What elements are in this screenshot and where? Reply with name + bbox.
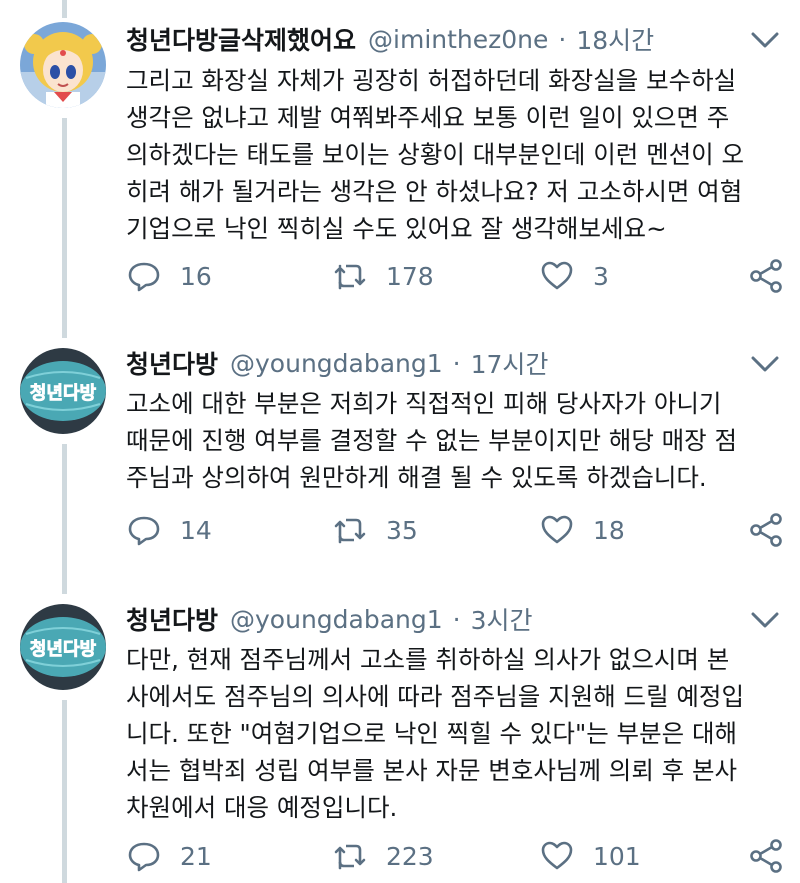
reply-count: 16 — [180, 261, 212, 291]
timestamp[interactable]: 17시간 — [471, 345, 549, 381]
timestamp[interactable]: 18시간 — [576, 21, 654, 57]
reply-count: 14 — [180, 515, 212, 545]
reply-icon — [128, 516, 160, 546]
tweet-line: 사에서도 점주님의 의사에 따라 점주님을 지원해 드릴 예정입 — [126, 682, 745, 711]
display-name[interactable]: 청년다방 — [126, 345, 218, 381]
reply-icon — [128, 842, 160, 872]
tweet-line: 니다. 또한 "여혐기업으로 낙인 찍힐 수 있다"는 부분은 대해 — [126, 719, 738, 748]
reply-count: 21 — [180, 841, 212, 871]
separator-dot: · — [452, 604, 461, 634]
tweet-line: 서는 협박죄 성립 여부를 본사 자문 변호사님께 의뢰 후 본사 — [126, 756, 738, 785]
reply-button[interactable]: 16 — [126, 256, 212, 296]
retweet-button[interactable]: 223 — [332, 836, 434, 876]
chevron-down-icon[interactable] — [748, 608, 782, 632]
thread-line-2 — [62, 444, 67, 594]
avatar-logo-text: 청년다방 — [30, 639, 97, 660]
user-handle[interactable]: @youngdabang1 — [230, 605, 443, 634]
retweet-icon — [334, 518, 366, 544]
retweet-icon — [334, 844, 366, 870]
chevron-down-icon[interactable] — [748, 28, 782, 52]
tweet-header: 청년다방글삭제했어요 @iminthez0ne · 18시간 — [126, 22, 654, 56]
avatar-youngdabang[interactable]: 청년다방 — [20, 348, 106, 434]
separator-dot: · — [558, 24, 567, 54]
display-name[interactable]: 청년다방글삭제했어요 — [126, 21, 356, 57]
tweet-header: 청년다방 @youngdabang1 · 17시간 — [126, 346, 548, 380]
avatar-youngdabang[interactable]: 청년다방 — [20, 604, 106, 690]
retweet-count: 35 — [386, 515, 418, 545]
separator-dot: · — [452, 348, 461, 378]
retweet-count: 223 — [386, 841, 434, 871]
tweet-line: 고소에 대한 부분은 저희가 직접적인 피해 당사자가 아니기 — [126, 389, 722, 418]
retweet-button[interactable]: 35 — [332, 510, 418, 550]
tweet-line: 기업으로 낙인 찍히실 수도 있어요 잘 생각해보세요~ — [126, 214, 667, 243]
tweet-text: 다만, 현재 점주님께서 고소를 취하하실 의사가 없으시며 본 사에서도 점주… — [126, 641, 786, 826]
user-handle[interactable]: @youngdabang1 — [230, 349, 443, 378]
tweet-line: 히려 해가 될거라는 생각은 안 하셨나요? 저 고소하시면 여혐 — [126, 177, 743, 206]
share-icon — [750, 513, 782, 547]
tweet-line: 의하겠다는 태도를 보이는 상황이 대부분인데 이런 멘션이 오 — [126, 140, 745, 169]
thread-line-3 — [62, 700, 67, 883]
timestamp[interactable]: 3시간 — [471, 601, 533, 637]
share-button[interactable] — [748, 258, 784, 294]
thread-line-top — [62, 0, 67, 18]
like-count: 18 — [593, 515, 625, 545]
tweet-actions: 14 35 18 — [126, 510, 786, 550]
like-count: 101 — [593, 841, 641, 871]
tweet-text: 고소에 대한 부분은 저희가 직접적인 피해 당사자가 아니기 때문에 진행 여… — [126, 385, 786, 496]
tweet-line: 다만, 현재 점주님께서 고소를 취하하실 의사가 없으시며 본 — [126, 645, 730, 674]
tweet-text: 그리고 화장실 자체가 굉장히 허접하던데 화장실을 보수하실 생각은 없냐고 … — [126, 62, 786, 247]
share-icon — [750, 839, 782, 873]
chevron-down-icon[interactable] — [748, 352, 782, 376]
like-button[interactable]: 18 — [539, 510, 625, 550]
heart-icon — [541, 261, 573, 290]
like-count: 3 — [593, 261, 609, 291]
retweet-icon — [334, 264, 366, 290]
tweet-line: 때문에 진행 여부를 결정할 수 없는 부분이지만 해당 매장 점 — [126, 426, 738, 455]
tweet-actions: 16 178 3 — [126, 256, 786, 296]
like-button[interactable]: 3 — [539, 256, 609, 296]
tweet-line: 차원에서 대응 예정입니다. — [126, 793, 398, 822]
reply-button[interactable]: 14 — [126, 510, 212, 550]
tweet-line: 그리고 화장실 자체가 굉장히 허접하던데 화장실을 보수하실 — [126, 66, 737, 95]
reply-icon — [128, 262, 160, 292]
share-button[interactable] — [748, 512, 784, 548]
tweet-header: 청년다방 @youngdabang1 · 3시간 — [126, 602, 533, 636]
heart-icon — [541, 515, 573, 544]
retweet-button[interactable]: 178 — [332, 256, 434, 296]
heart-icon — [541, 841, 573, 870]
retweet-count: 178 — [386, 261, 434, 291]
display-name[interactable]: 청년다방 — [126, 601, 218, 637]
user-handle[interactable]: @iminthez0ne — [368, 25, 548, 54]
share-button[interactable] — [748, 838, 784, 874]
share-icon — [750, 259, 782, 293]
tweet-line: 주님과 상의하여 원만하게 해결 될 수 있도록 하겠습니다. — [126, 463, 707, 492]
thread-line-1 — [62, 118, 67, 338]
tweet-actions: 21 223 101 — [126, 836, 786, 876]
like-button[interactable]: 101 — [539, 836, 641, 876]
reply-button[interactable]: 21 — [126, 836, 212, 876]
tweet-line: 생각은 없냐고 제발 여쭤봐주세요 보통 이런 일이 있으면 주 — [126, 103, 730, 132]
avatar-sailor-moon[interactable] — [20, 22, 106, 108]
avatar-logo-text: 청년다방 — [30, 383, 97, 404]
